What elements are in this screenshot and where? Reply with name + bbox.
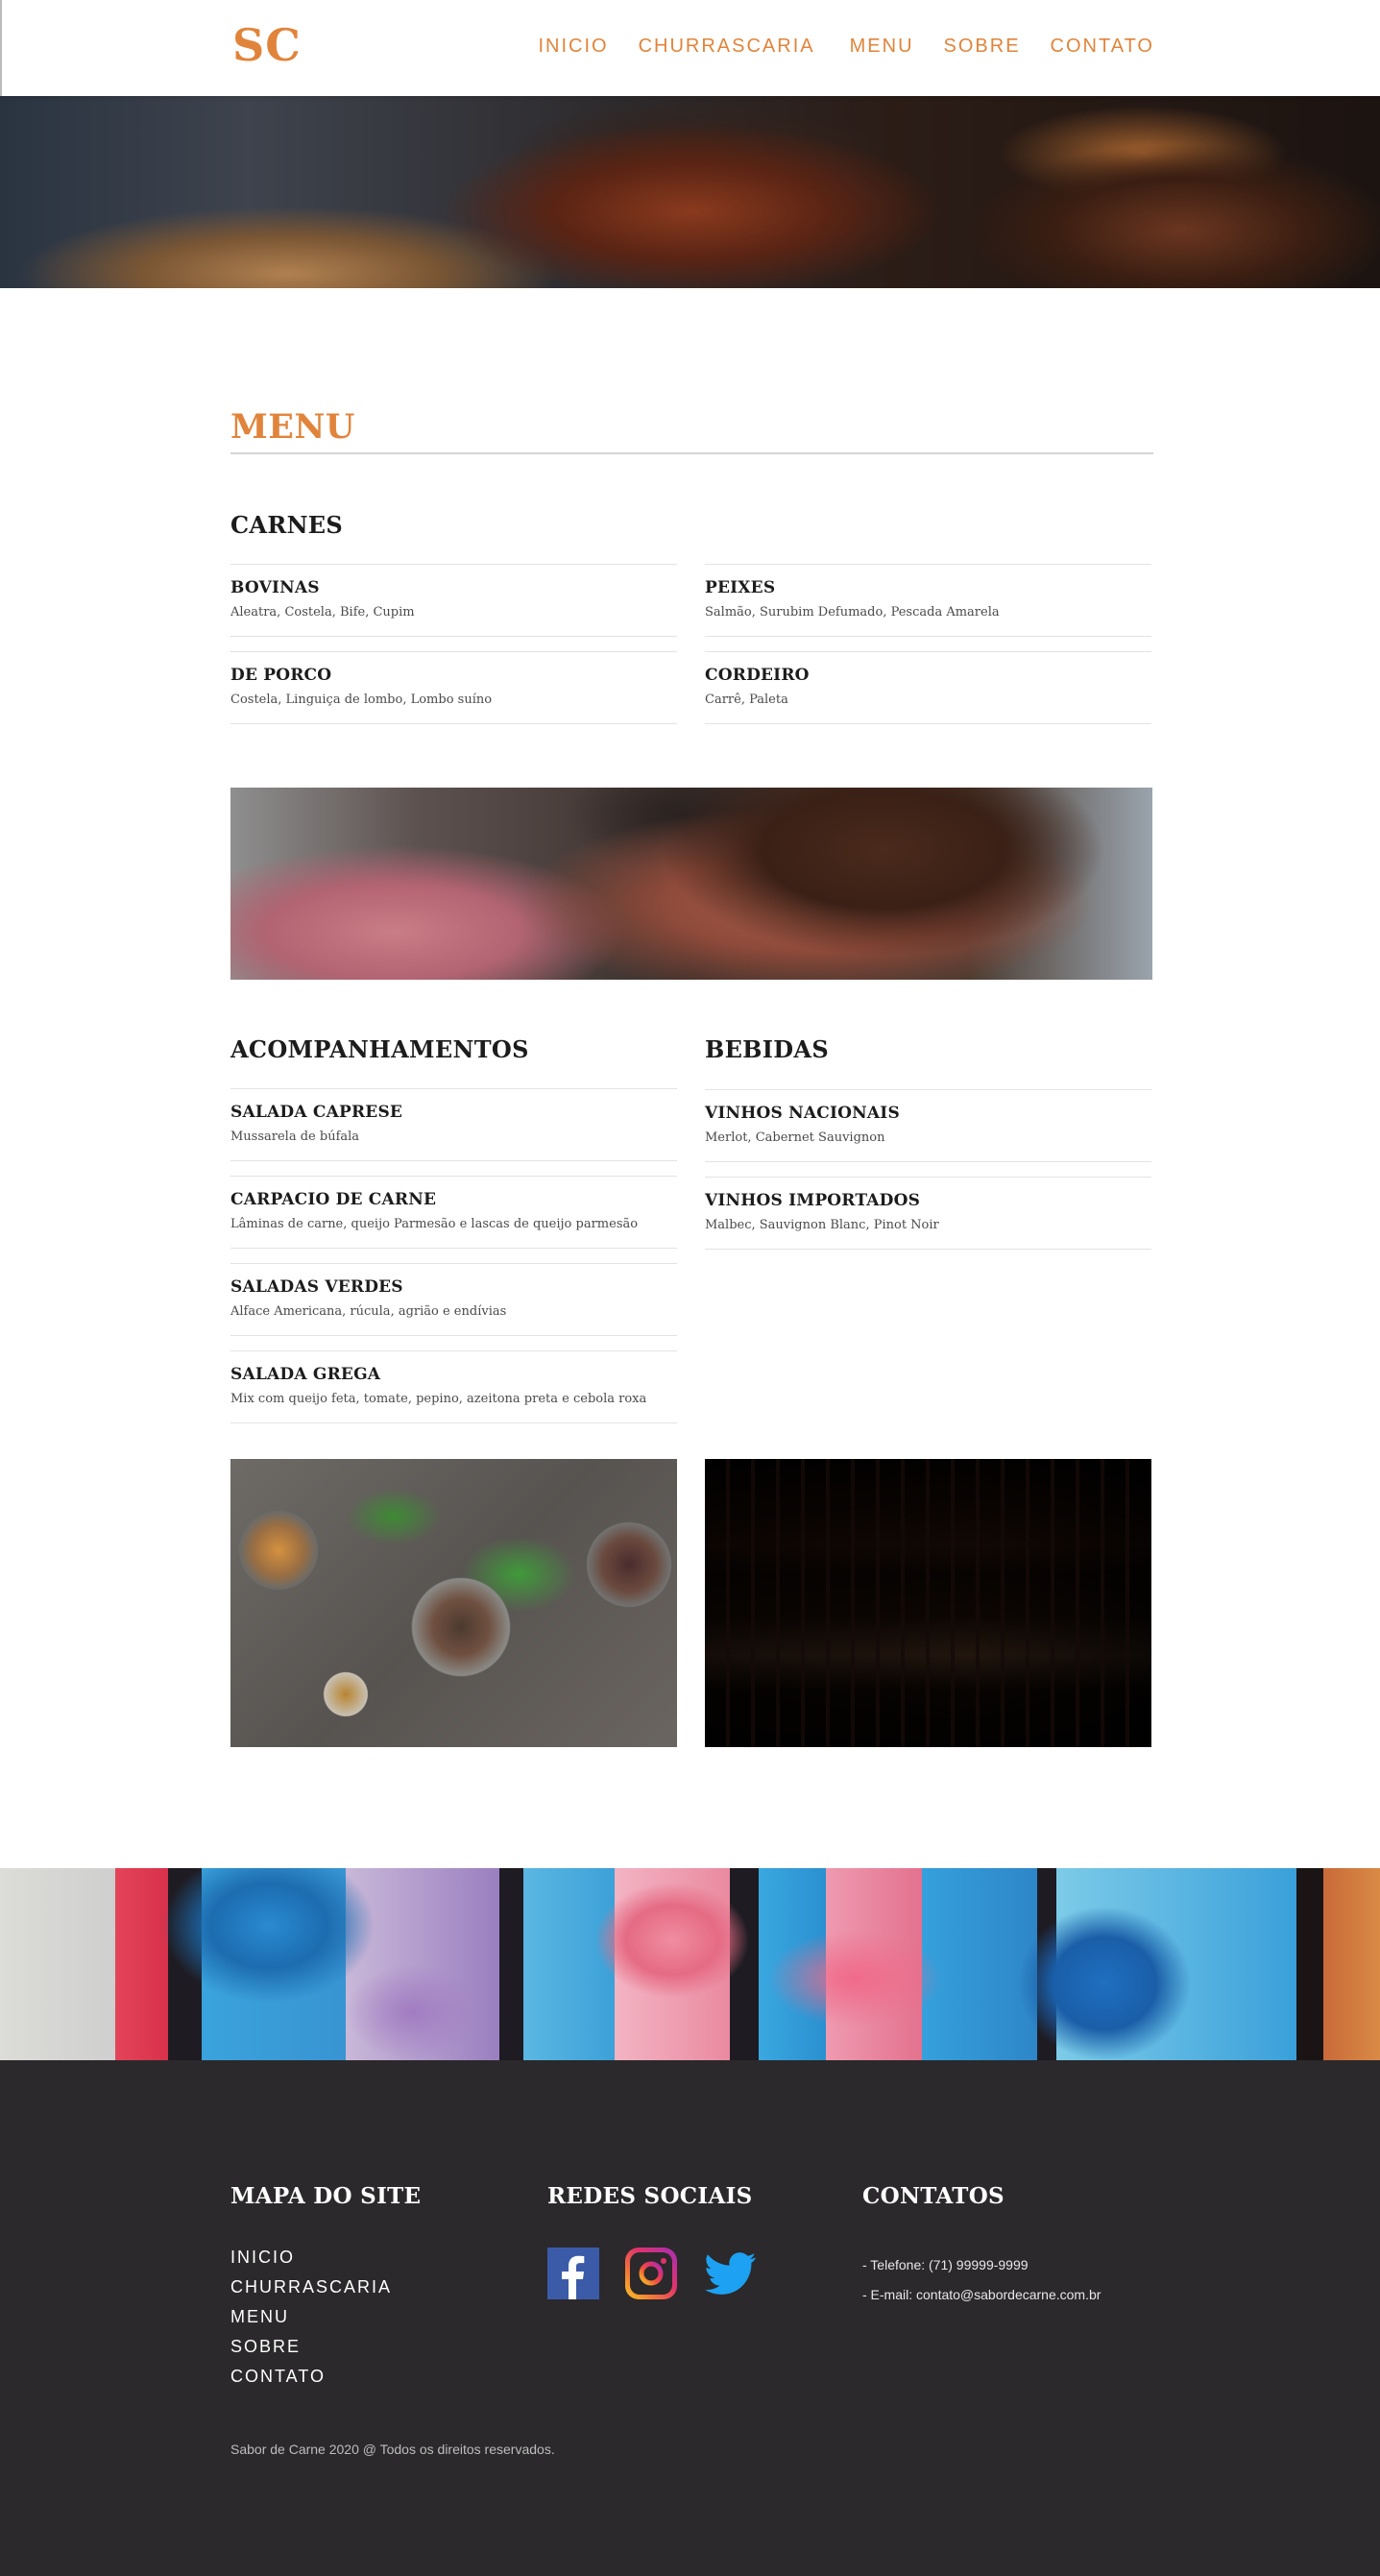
item-name: SALADAS VERDES [230, 1277, 403, 1297]
main-nav: INICIO CHURRASCARIA MENU SOBRE CONTATO [508, 36, 1154, 58]
site-header: SC INICIO CHURRASCARIA MENU SOBRE CONTAT… [0, 0, 1380, 96]
menu-title: MENU [230, 407, 355, 447]
acompanhamentos-title: ACOMPANHAMENTOS [230, 1035, 529, 1063]
instagram-icon[interactable] [625, 2248, 677, 2299]
item-description: Merlot, Cabernet Sauvignon [705, 1130, 885, 1145]
menu-item: SALADAS VERDES Alface Americana, rúcula,… [230, 1263, 677, 1336]
grilled-meat-image [230, 788, 1152, 980]
bebidas-title: BEBIDAS [705, 1035, 829, 1063]
menu-item: PEIXES Salmão, Surubim Defumado, Pescada… [705, 564, 1151, 637]
divider [230, 452, 1153, 454]
wine-cellar-image [705, 1459, 1151, 1747]
item-name: CORDEIRO [705, 666, 810, 685]
sitemap-links: INICIO CHURRASCARIA MENU SOBRE CONTATO [230, 2243, 392, 2392]
footer-link-menu[interactable]: MENU [230, 2302, 392, 2332]
twitter-icon[interactable] [704, 2248, 758, 2299]
item-description: Mix com queijo feta, tomate, pepino, aze… [230, 1392, 647, 1406]
footer-link-sobre[interactable]: SOBRE [230, 2332, 392, 2362]
salads-image [230, 1459, 677, 1747]
item-name: VINHOS NACIONAIS [705, 1104, 900, 1123]
footer-link-contato[interactable]: CONTATO [230, 2362, 392, 2392]
menu-item: DE PORCO Costela, Linguiça de lombo, Lom… [230, 651, 677, 724]
carnes-title: CARNES [230, 511, 344, 539]
item-name: CARPACIO DE CARNE [230, 1190, 437, 1209]
nav-inicio[interactable]: INICIO [538, 36, 608, 58]
footer-link-churrascaria[interactable]: CHURRASCARIA [230, 2272, 392, 2302]
item-description: Costela, Linguiça de lombo, Lombo suíno [230, 693, 493, 707]
item-description: Alface Americana, rúcula, agrião e endív… [230, 1304, 507, 1319]
nav-churrascaria[interactable]: CHURRASCARIA [639, 36, 815, 58]
logo[interactable]: SC [232, 19, 302, 71]
contact-email[interactable]: - E-mail: contato@sabordecarne.com.br [862, 2280, 1101, 2310]
item-name: BOVINAS [230, 578, 320, 597]
contacts-list: - Telefone: (71) 99999-9999 - E-mail: co… [862, 2250, 1101, 2310]
menu-item: SALADA GREGA Mix com queijo feta, tomate… [230, 1350, 677, 1423]
item-description: Mussarela de búfala [230, 1130, 360, 1144]
item-description: Salmão, Surubim Defumado, Pescada Amarel… [705, 605, 1000, 620]
item-name: PEIXES [705, 578, 776, 597]
menu-item: CARPACIO DE CARNE Lâminas de carne, quei… [230, 1176, 677, 1249]
footer-link-inicio[interactable]: INICIO [230, 2243, 392, 2272]
menu-item: BOVINAS Aleatra, Costela, Bife, Cupim [230, 564, 677, 637]
item-name: SALADA GREGA [230, 1365, 381, 1384]
carnes-list-right: PEIXES Salmão, Surubim Defumado, Pescada… [705, 564, 1151, 739]
menu-item: VINHOS IMPORTADOS Malbec, Sauvignon Blan… [705, 1177, 1151, 1250]
carnes-list-left: BOVINAS Aleatra, Costela, Bife, Cupim DE… [230, 564, 677, 739]
item-name: DE PORCO [230, 666, 332, 685]
item-name: VINHOS IMPORTADOS [705, 1191, 921, 1210]
contact-phone: - Telefone: (71) 99999-9999 [862, 2257, 1029, 2272]
graffiti-banner-image [0, 1868, 1380, 2060]
item-description: Carrê, Paleta [705, 693, 788, 707]
item-description: Lâminas de carne, queijo Parmesão e lasc… [230, 1217, 639, 1231]
contacts-title: CONTATOS [862, 2183, 1005, 2209]
hero-banner-image [0, 96, 1380, 288]
copyright: Sabor de Carne 2020 @ Todos os direitos … [230, 2442, 555, 2457]
menu-item: VINHOS NACIONAIS Merlot, Cabernet Sauvig… [705, 1089, 1151, 1162]
nav-sobre[interactable]: SOBRE [944, 36, 1021, 58]
site-footer: MAPA DO SITE INICIO CHURRASCARIA MENU SO… [0, 2060, 1380, 2576]
item-name: SALADA CAPRESE [230, 1103, 403, 1122]
nav-contato[interactable]: CONTATO [1051, 36, 1154, 58]
social-title: REDES SOCIAIS [547, 2183, 753, 2209]
menu-item: CORDEIRO Carrê, Paleta [705, 651, 1151, 724]
item-description: Aleatra, Costela, Bife, Cupim [230, 605, 415, 620]
nav-menu[interactable]: MENU [850, 36, 914, 58]
facebook-icon[interactable] [547, 2248, 599, 2299]
bebidas-list: VINHOS NACIONAIS Merlot, Cabernet Sauvig… [705, 1089, 1151, 1264]
acompanhamentos-list: SALADA CAPRESE Mussarela de búfala CARPA… [230, 1088, 677, 1438]
menu-item: SALADA CAPRESE Mussarela de búfala [230, 1088, 677, 1161]
sitemap-title: MAPA DO SITE [230, 2183, 422, 2209]
item-description: Malbec, Sauvignon Blanc, Pinot Noir [705, 1218, 939, 1232]
